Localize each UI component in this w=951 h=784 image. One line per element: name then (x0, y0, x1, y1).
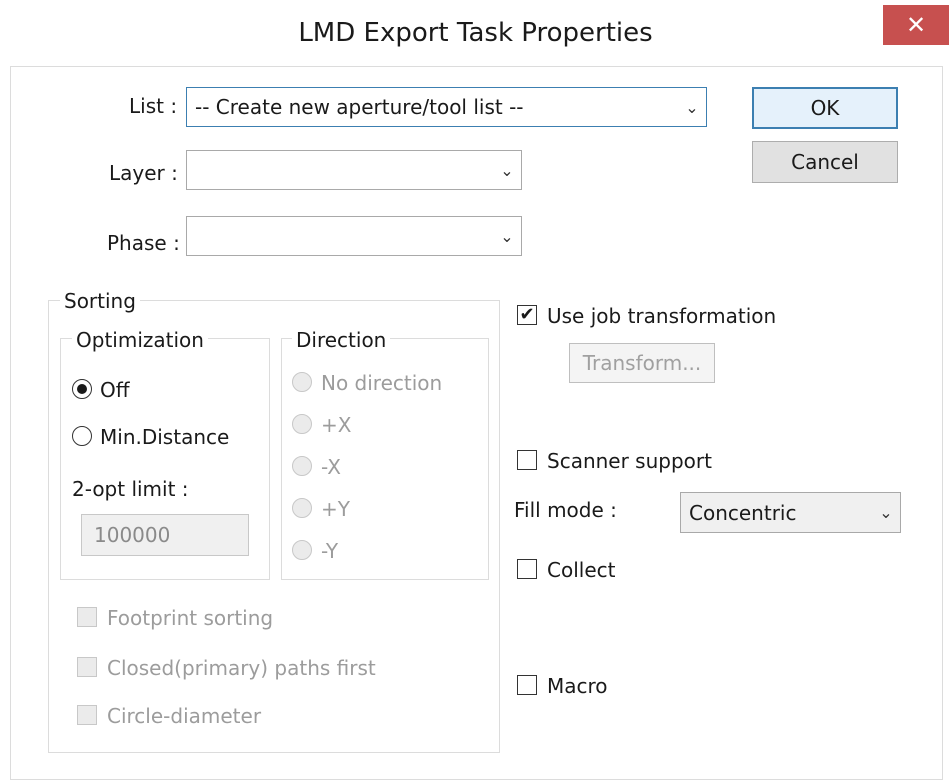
two-opt-limit-label: 2-opt limit : (72, 477, 189, 501)
window-title: LMD Export Task Properties (298, 18, 653, 48)
ok-button[interactable]: OK (752, 87, 898, 129)
direction-plus-y-radio[interactable] (292, 498, 312, 518)
chevron-down-icon: ⌄ (500, 160, 514, 180)
cancel-button[interactable]: Cancel (752, 141, 898, 183)
use-job-transformation-checkbox[interactable]: ✔ (517, 305, 537, 325)
direction-plus-x-label: +X (321, 413, 352, 437)
direction-plus-x-radio[interactable] (292, 414, 312, 434)
direction-none-radio[interactable] (292, 372, 312, 392)
sorting-group-title: Sorting (60, 289, 140, 313)
transform-button[interactable]: Transform... (569, 343, 715, 383)
list-select[interactable]: -- Create new aperture/tool list -- ⌄ (186, 87, 707, 127)
footprint-sorting-label: Footprint sorting (107, 606, 274, 630)
optimization-min-distance-label: Min.Distance (100, 425, 230, 449)
direction-minus-y-radio[interactable] (292, 540, 312, 560)
chevron-down-icon: ⌄ (879, 503, 893, 522)
circle-diameter-label: Circle-diameter (107, 704, 262, 728)
collect-checkbox[interactable] (517, 559, 537, 579)
scanner-support-checkbox[interactable] (517, 450, 537, 470)
direction-none-label: No direction (321, 371, 443, 395)
fill-mode-select-value: Concentric (689, 500, 797, 525)
layer-label: Layer : (109, 161, 178, 185)
macro-label: Macro (547, 674, 608, 698)
closed-paths-first-checkbox[interactable] (77, 657, 97, 677)
radio-selected-dot (77, 384, 87, 394)
chevron-down-icon: ⌄ (685, 97, 699, 117)
close-icon: ✕ (905, 11, 927, 39)
direction-minus-x-radio[interactable] (292, 456, 312, 476)
footprint-sorting-checkbox[interactable] (77, 607, 97, 627)
scanner-support-label: Scanner support (547, 449, 712, 473)
checkmark-icon: ✔ (519, 304, 535, 325)
phase-select[interactable]: ⌄ (186, 216, 522, 256)
phase-label: Phase : (107, 231, 180, 255)
list-select-value: -- Create new aperture/tool list -- (195, 95, 524, 119)
macro-checkbox[interactable] (517, 675, 537, 695)
direction-plus-y-label: +Y (321, 497, 350, 521)
collect-label: Collect (547, 558, 616, 582)
chevron-down-icon: ⌄ (500, 226, 514, 246)
direction-group-title: Direction (292, 328, 391, 352)
optimization-off-label: Off (100, 378, 130, 402)
fill-mode-label: Fill mode : (514, 498, 617, 522)
optimization-min-distance-radio[interactable] (72, 426, 92, 446)
fill-mode-select[interactable]: Concentric ⌄ (680, 492, 901, 533)
layer-select[interactable]: ⌄ (186, 150, 522, 190)
closed-paths-first-label: Closed(primary) paths first (107, 656, 376, 680)
two-opt-limit-input[interactable]: 100000 (81, 514, 249, 556)
direction-minus-y-label: -Y (321, 539, 339, 563)
optimization-off-radio[interactable] (72, 379, 92, 399)
close-button[interactable]: ✕ (883, 5, 949, 45)
direction-minus-x-label: -X (321, 455, 341, 479)
use-job-transformation-label: Use job transformation (547, 304, 777, 328)
list-label: List : (129, 94, 178, 118)
circle-diameter-checkbox[interactable] (77, 705, 97, 725)
optimization-group-title: Optimization (72, 328, 208, 352)
